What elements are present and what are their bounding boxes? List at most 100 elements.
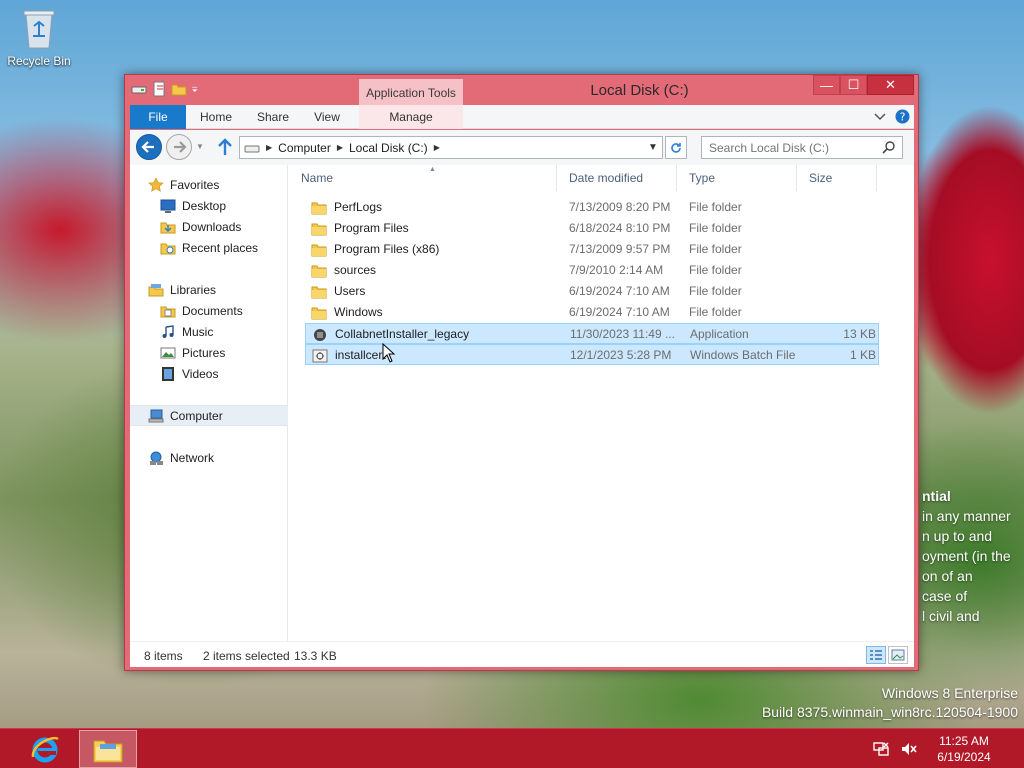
file-name-cell: Users [311,281,561,302]
volume-muted-icon[interactable] [900,740,918,758]
clock[interactable]: 11:25 AM 6/19/2024 [928,733,1000,765]
help-icon[interactable]: ? [895,109,910,124]
breadcrumb-computer[interactable]: Computer [278,141,331,155]
nav-item-music[interactable]: Music [130,321,288,342]
file-date: 7/9/2010 2:14 AM [569,263,664,277]
title-bar[interactable]: Application Tools Local Disk (C:) — ☐ ✕ [125,75,918,105]
file-row[interactable]: Program Files (x86) 7/13/2009 9:57 PM File… [305,239,879,260]
nav-label: Music [182,324,214,339]
downloads-icon [160,222,176,233]
column-header-name[interactable]: Name ▲ [289,165,557,191]
breadcrumb-separator-icon[interactable]: ▶ [434,143,440,152]
large-icons-view-button[interactable] [888,646,908,664]
status-bar: 8 items 2 items selected 13.3 KB [130,641,914,667]
breadcrumb-separator-icon[interactable]: ▶ [337,143,343,152]
file-type: File folder [689,200,742,214]
clock-date: 6/19/2024 [937,750,991,764]
clock-time: 11:25 AM [939,734,989,748]
back-button[interactable] [136,134,162,160]
nav-item-pictures[interactable]: Pictures [130,342,288,363]
computer-icon [148,409,164,422]
file-row[interactable]: sources 7/9/2010 2:14 AM File folder [305,260,879,281]
breadcrumb-separator-icon[interactable]: ▶ [266,143,272,152]
file-name-cell: installcert [312,345,562,366]
refresh-button[interactable] [665,136,687,159]
up-arrow-icon[interactable] [216,137,234,157]
file-name: Windows [334,305,383,319]
nav-item-downloads[interactable]: Downloads [130,216,288,237]
search-input[interactable] [702,137,872,158]
minimize-button[interactable]: — [813,75,840,95]
nav-item-network[interactable]: Network [130,447,288,468]
tab-view[interactable]: View [302,105,352,129]
taskbar-internet-explorer[interactable] [16,730,74,768]
ribbon-right-controls: ? [873,109,910,124]
search-icon[interactable] [882,140,896,154]
file-row[interactable]: Users 6/19/2024 7:10 AM File folder [305,281,879,302]
nav-item-desktop[interactable]: Desktop [130,195,288,216]
column-header-date-modified[interactable]: Date modified [557,165,677,191]
recycle-bin-desktop-icon[interactable]: Recycle Bin [6,6,72,68]
bg-text-line: l civil and [922,608,980,624]
file-row[interactable]: PerfLogs 7/13/2009 8:20 PM File folder [305,197,879,218]
maximize-button[interactable]: ☐ [840,75,867,95]
taskbar-file-explorer[interactable] [79,730,137,768]
file-type: Windows Batch File [690,348,796,362]
file-row[interactable]: Windows 6/19/2024 7:10 AM File folder [305,302,879,323]
close-button[interactable]: ✕ [867,75,914,95]
tab-manage[interactable]: Manage [359,105,463,129]
expand-ribbon-icon[interactable] [873,110,887,124]
address-history-chevron-icon[interactable]: ▼ [646,137,660,158]
music-icon [162,324,174,338]
forward-button[interactable] [166,134,192,160]
file-type: File folder [689,263,742,277]
videos-icon [162,366,174,381]
nav-label: Computer [170,408,223,423]
column-header-label: Date modified [569,171,644,185]
nav-label: Desktop [182,198,227,213]
tab-file[interactable]: File [130,105,186,129]
column-header-size[interactable]: Size [797,165,877,191]
tab-home[interactable]: Home [188,105,244,129]
selection-size: 13.3 KB [294,649,337,663]
nav-item-favorites[interactable]: Favorites [130,174,288,195]
nav-item-documents[interactable]: Documents [130,300,288,321]
nav-item-videos[interactable]: Videos [130,363,288,384]
recent-places-icon [160,243,176,254]
file-type: File folder [689,305,742,319]
bg-text-line: case of [922,588,968,604]
breadcrumb-local-disk[interactable]: Local Disk (C:) [349,141,428,155]
nav-item-computer[interactable]: Computer [130,405,288,426]
details-view-button[interactable] [866,646,886,664]
file-date: 7/13/2009 8:20 PM [569,200,671,214]
windows-build-watermark: Windows 8 Enterprise Build 8375.winmain_… [762,684,1018,722]
system-tray: 11:25 AM 6/19/2024 [872,729,1024,768]
folder-icon [311,242,327,258]
window-title: Local Disk (C:) [590,82,689,99]
details-view-icon [870,650,882,660]
mouse-cursor-icon [382,343,396,363]
nav-label: Libraries [170,282,217,297]
nav-label: Pictures [182,345,226,360]
file-row[interactable]: Program Files 6/18/2024 8:10 PM File folde… [305,218,879,239]
recent-locations-chevron-icon[interactable]: ▼ [196,142,204,151]
nav-item-libraries[interactable]: Libraries [130,279,288,300]
file-date: 6/18/2024 8:10 PM [569,221,671,235]
file-size [809,239,875,260]
nav-item-recent-places[interactable]: Recent places [130,237,288,258]
file-date: 12/1/2023 5:28 PM [570,348,672,362]
file-name-cell: Program Files (x86) [311,239,561,260]
arrow-left-icon [141,141,154,153]
pictures-icon [160,347,176,358]
bg-text-line: n up to and [922,528,993,544]
column-header-type[interactable]: Type [677,165,797,191]
arrow-right-icon [174,141,187,153]
address-bar[interactable]: ▶ Computer ▶ Local Disk (C:) ▶ ▼ [239,136,663,159]
file-date: 6/19/2024 7:10 AM [569,305,670,319]
search-box[interactable] [701,136,903,159]
tab-share[interactable]: Share [246,105,300,129]
file-row[interactable]: CollabnetInstaller_legacy 11/30/2023 11:4… [305,323,879,344]
explorer-window: Application Tools Local Disk (C:) — ☐ ✕ … [124,74,919,671]
network-status-icon[interactable] [872,740,890,758]
file-size [809,260,875,281]
